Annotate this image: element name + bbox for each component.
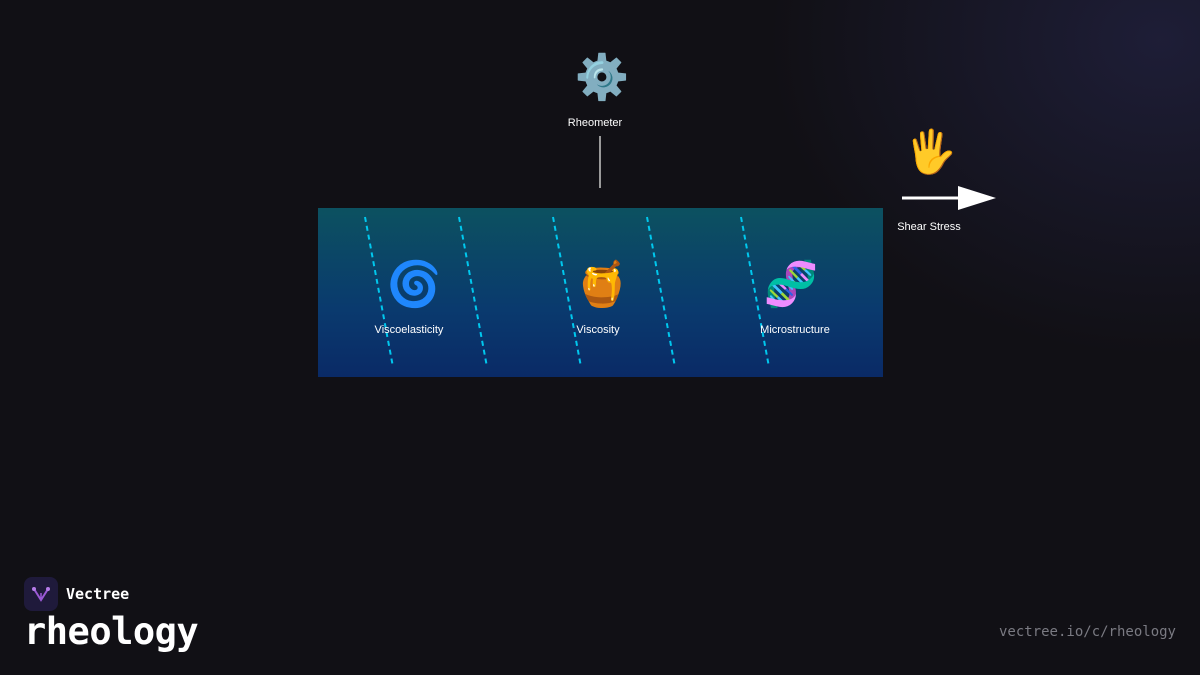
vectree-logo-icon <box>24 577 58 611</box>
brand: Vectree <box>24 577 129 611</box>
diagram-canvas: ⚙️ Rheometer 🌀 Viscoelasticity 🍯 Viscosi… <box>0 0 1200 675</box>
rheometer-label: Rheometer <box>567 117 623 129</box>
raised-hand-icon: 🖐 <box>904 127 958 176</box>
dna-icon: 🧬 <box>763 259 819 310</box>
brand-name: Vectree <box>66 585 130 603</box>
shear-line <box>646 216 676 368</box>
gear-icon: ⚙️ <box>574 52 630 103</box>
source-url: vectree.io/c/rheology <box>998 624 1176 640</box>
honey-pot-icon: 🍯 <box>574 259 630 310</box>
shear-line <box>458 216 488 368</box>
rheometer-connector <box>599 136 601 188</box>
viscoelasticity-label: Viscoelasticity <box>374 324 444 336</box>
shear-arrow <box>902 186 996 210</box>
topic-title: rheology <box>24 610 199 653</box>
cyclone-icon: 🌀 <box>386 259 442 310</box>
viscosity-label: Viscosity <box>576 324 620 336</box>
microstructure-label: Microstructure <box>760 324 830 336</box>
shear-stress-label: Shear Stress <box>897 221 961 233</box>
